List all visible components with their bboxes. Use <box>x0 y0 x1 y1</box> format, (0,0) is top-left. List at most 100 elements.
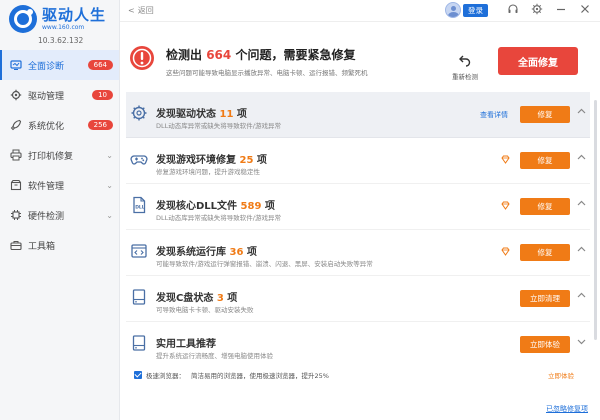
login-area[interactable]: 登录 <box>445 2 488 18</box>
login-button[interactable]: 登录 <box>463 3 488 17</box>
undo-arrow-icon <box>450 53 480 71</box>
issue-count: 11 <box>219 109 234 120</box>
code-window-icon <box>130 242 148 260</box>
issue-count: 3 <box>216 293 224 304</box>
printer-icon <box>10 149 22 161</box>
sidebar-item-label: 打印机修复 <box>28 151 74 162</box>
chevron-up-icon[interactable] <box>577 199 586 211</box>
rocket-icon <box>10 119 22 131</box>
browser-name: 极速浏览器： <box>146 372 185 380</box>
window-controls: 登录 <box>445 2 594 18</box>
chevron-up-icon[interactable] <box>577 107 586 119</box>
issue-item-game-env: 发现游戏环境修复 25 项 修复游戏环境问题，提升游戏稳定性 修复 <box>126 138 590 184</box>
vip-diamond-icon <box>501 155 510 164</box>
sidebar-item-toolbox[interactable]: 工具箱 <box>0 230 119 260</box>
issue-item-driver: 发现驱动状态 11 项 DLL动态库异常或缺失将导致软件/游戏异常 查看详情 修… <box>126 92 590 138</box>
avatar[interactable] <box>445 2 461 18</box>
sidebar-item-label: 工具箱 <box>28 241 56 252</box>
disk-icon <box>130 288 148 306</box>
title-prefix: 检测出 <box>166 48 203 62</box>
count-badge: 664 <box>87 60 113 70</box>
headset-icon[interactable] <box>504 3 522 18</box>
sidebar-item-full-diagnosis[interactable]: 全面诊断 664 <box>0 50 119 80</box>
issue-list: 发现驱动状态 11 项 DLL动态库异常或缺失将导致软件/游戏异常 查看详情 修… <box>126 92 590 392</box>
issue-title: 发现核心DLL文件 589 项 <box>156 197 275 212</box>
sidebar-item-label: 硬件检测 <box>28 211 65 222</box>
repair-button[interactable]: 修复 <box>520 198 570 215</box>
scrollbar[interactable] <box>594 100 597 340</box>
issue-item-tools: 实用工具推荐 提升系统运行流畅度、增强电脑使用体验 立即体验 <box>126 322 590 368</box>
chevron-down-icon[interactable] <box>577 337 586 349</box>
scan-result-title: 检测出 664 个问题，需要紧急修复 <box>166 46 355 63</box>
issue-description: 提升系统运行流畅度、增强电脑使用体验 <box>156 352 273 360</box>
redetect-label: 重新检测 <box>452 73 478 81</box>
gear-icon <box>130 104 148 122</box>
minimize-icon[interactable] <box>552 3 570 18</box>
issue-item-c-drive: 发现C盘状态 3 项 可导致电脑卡卡顿、驱动安装失败 立即清理 <box>126 276 590 322</box>
disk-icon <box>130 334 148 352</box>
warning-icon <box>128 44 156 72</box>
redetect-button[interactable]: 重新检测 <box>450 53 480 81</box>
browser-try-link[interactable]: 立即体验 <box>548 370 574 380</box>
monitor-icon <box>10 59 22 71</box>
title-text: 发现驱动状态 <box>156 109 216 120</box>
chevron-left-icon: < <box>128 6 135 15</box>
issue-count: 589 <box>240 201 262 212</box>
chevron-down-icon: ⌄ <box>106 210 113 220</box>
title-unit: 项 <box>246 247 257 258</box>
title-text: 发现核心DLL文件 <box>156 201 238 212</box>
gamepad-icon <box>130 150 148 168</box>
repair-button[interactable]: 修复 <box>520 152 570 169</box>
dll-file-icon: DLL <box>130 196 148 214</box>
scan-result-header: 检测出 664 个问题，需要紧急修复 这些问题可能导致电脑显示播放异常、电脑卡顿… <box>120 40 600 92</box>
issue-description: DLL动态库异常或缺失将导致软件/游戏异常 <box>156 122 281 130</box>
sidebar-item-label: 驱动管理 <box>28 91 65 102</box>
issue-count: 25 <box>239 155 254 166</box>
title-text: 发现游戏环境修复 <box>156 155 236 166</box>
repair-button[interactable]: 修复 <box>520 244 570 261</box>
vip-diamond-icon <box>501 201 510 210</box>
chevron-up-icon[interactable] <box>577 153 586 165</box>
repair-button[interactable]: 修复 <box>520 106 570 123</box>
sidebar-item-label: 软件管理 <box>28 181 65 192</box>
sidebar-item-label: 系统优化 <box>28 121 65 132</box>
repair-all-button[interactable]: 全面修复 <box>498 47 578 75</box>
browser-checkbox[interactable] <box>134 371 142 379</box>
browser-description: 简洁易用的浏览器，使用极速浏览器，提升25% <box>191 372 329 380</box>
sidebar-item-software-management[interactable]: 软件管理 ⌄ <box>0 170 119 200</box>
title-unit: 项 <box>236 109 247 120</box>
issue-count: 36 <box>229 247 244 258</box>
ignored-items-link[interactable]: 已忽略修复项 <box>546 404 588 414</box>
chip-icon <box>10 209 22 221</box>
vip-diamond-icon <box>501 247 510 256</box>
issue-title: 实用工具推荐 <box>156 335 216 350</box>
issue-description: 可导致电脑卡卡顿、驱动安装失败 <box>156 306 254 314</box>
title-text: 实用工具推荐 <box>156 339 216 350</box>
logo: 驱动人生 www.160.com 10.3.62.132 <box>0 0 119 46</box>
version-label: 10.3.62.132 <box>38 36 84 45</box>
title-unit: 项 <box>264 201 275 212</box>
brand-title: 驱动人生 <box>42 5 107 24</box>
issue-description: DLL动态库异常或缺失将导致软件/游戏异常 <box>156 214 281 222</box>
issue-description: 可能导致软件/游戏运行弹窗报错、崩溃、闪退、黑屏、安装启动失败等异常 <box>156 260 373 268</box>
sidebar-item-driver-management[interactable]: 驱动管理 10 <box>0 80 119 110</box>
settings-gear-icon[interactable] <box>528 3 546 18</box>
sidebar-item-printer-repair[interactable]: 打印机修复 ⌄ <box>0 140 119 170</box>
svg-text:DLL: DLL <box>135 205 145 211</box>
chevron-up-icon[interactable] <box>577 245 586 257</box>
view-details-link[interactable]: 查看详情 <box>480 110 508 120</box>
issue-description: 修复游戏环境问题，提升游戏稳定性 <box>156 168 260 176</box>
scan-result-subtitle: 这些问题可能导致电脑显示播放异常、电脑卡顿、运行报错、频繁死机 <box>166 69 368 77</box>
title-bar: < 返回 登录 <box>120 0 600 22</box>
try-now-button[interactable]: 立即体验 <box>520 336 570 353</box>
close-icon[interactable] <box>576 3 594 18</box>
count-badge: 10 <box>92 90 113 100</box>
chevron-up-icon[interactable] <box>577 291 586 303</box>
back-button[interactable]: < 返回 <box>128 5 154 16</box>
sidebar-item-system-optimize[interactable]: 系统优化 256 <box>0 110 119 140</box>
count-badge: 256 <box>87 120 113 130</box>
sidebar-item-hardware-detect[interactable]: 硬件检测 ⌄ <box>0 200 119 230</box>
issue-title: 发现系统运行库 36 项 <box>156 243 257 258</box>
clean-now-button[interactable]: 立即清理 <box>520 290 570 307</box>
issue-count: 664 <box>206 48 232 62</box>
